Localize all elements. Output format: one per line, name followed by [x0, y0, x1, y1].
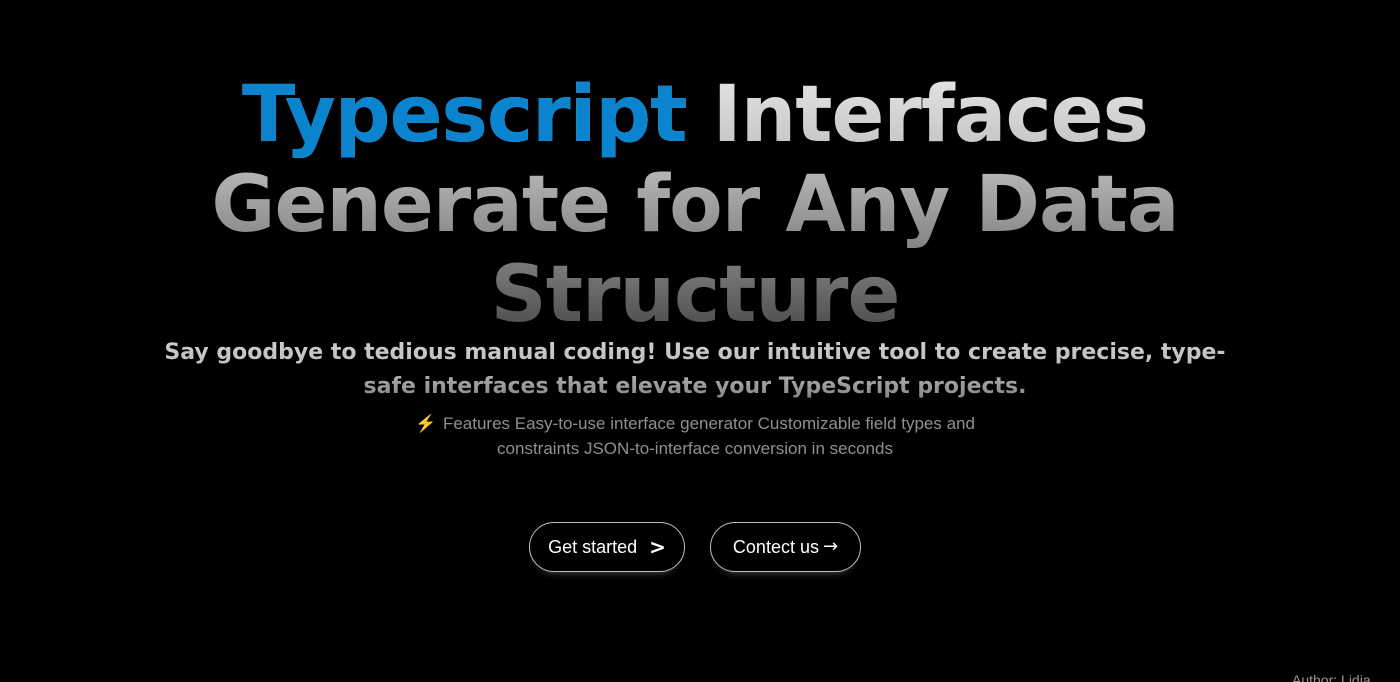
hero-headline: Typescript Interfaces Generate for Any D…: [150, 70, 1240, 340]
arrow-right-icon: →: [822, 536, 839, 557]
hero-section: Typescript Interfaces Generate for Any D…: [0, 0, 1400, 682]
get-started-label: Get started: [548, 536, 638, 557]
lightning-icon: ⚡: [415, 414, 437, 433]
contact-us-label: Contect us: [732, 536, 819, 557]
get-started-button[interactable]: Get started >: [529, 522, 685, 572]
footer-author-text: Author: Lidia: [1292, 672, 1371, 682]
contact-us-button[interactable]: Contect us →: [710, 522, 861, 572]
features-text: ⚡ Features Easy-to-use interface generat…: [400, 411, 990, 461]
headline-accent: Typescript: [241, 70, 688, 160]
chevron-right-icon: >: [649, 535, 666, 559]
features-description: Features Easy-to-use interface generator…: [442, 414, 975, 458]
hero-tagline: Say goodbye to tedious manual coding! Us…: [150, 336, 1240, 404]
